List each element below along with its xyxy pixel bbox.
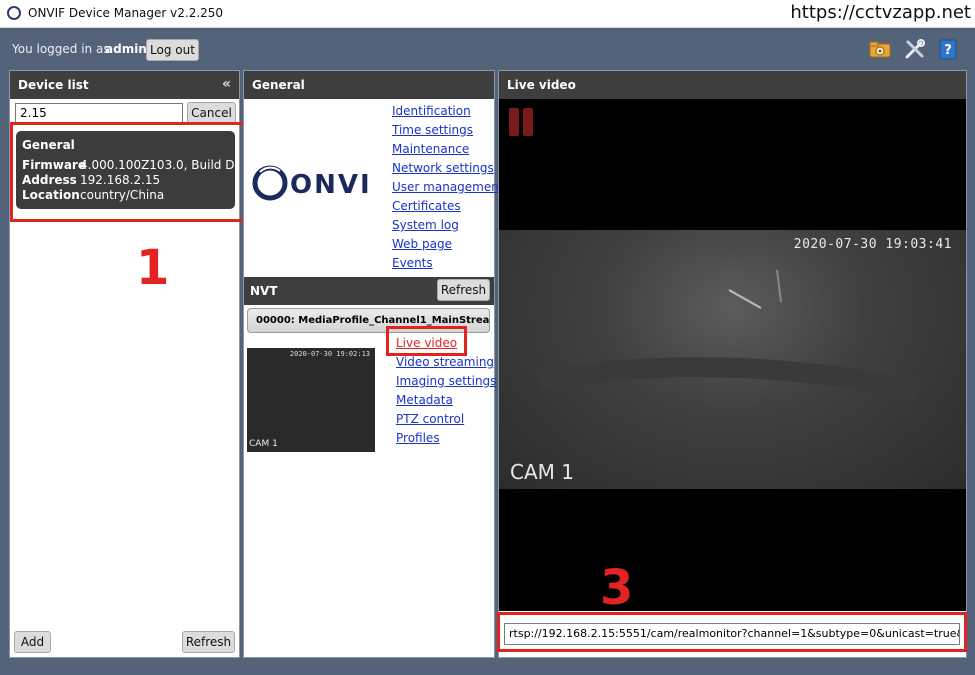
video-cam-label: CAM 1	[510, 460, 574, 484]
annotation-box-1	[10, 122, 252, 222]
window-title: ONVIF Device Manager v2.2.250	[28, 6, 224, 20]
annotation-box-3	[497, 612, 967, 652]
onvif-logo-text: ONVIF	[290, 170, 372, 200]
nvt-refresh-button[interactable]: Refresh	[437, 279, 490, 301]
link-identification[interactable]: Identification	[392, 104, 504, 123]
link-system-log[interactable]: System log	[392, 218, 504, 237]
username: admin	[105, 42, 147, 56]
device-search-input[interactable]	[15, 103, 183, 123]
svg-text:?: ?	[944, 43, 952, 58]
cancel-search-button[interactable]: Cancel	[187, 102, 236, 124]
device-list-title: Device list	[18, 78, 89, 92]
device-list-header: Device list «	[10, 71, 239, 99]
thumbnail-timestamp: 2020-07-30 19:02:13	[289, 350, 370, 358]
annotation-box-2	[386, 326, 467, 356]
collapse-panel-icon[interactable]: «	[222, 76, 231, 92]
link-imaging-settings[interactable]: Imaging settings	[396, 374, 496, 393]
annotation-marker-3: 3	[600, 560, 634, 616]
top-bar: You logged in as admin Log out ?	[0, 28, 975, 70]
add-device-button[interactable]: Add	[14, 631, 51, 653]
settings-folder-icon[interactable]	[869, 38, 891, 60]
help-icon[interactable]: ?	[937, 38, 959, 60]
general-header: General	[244, 71, 494, 99]
thumbnail-cam-label: CAM 1	[249, 439, 278, 449]
link-web-page[interactable]: Web page	[392, 237, 504, 256]
app-icon	[7, 6, 21, 20]
logged-in-label: You logged in as	[12, 42, 110, 56]
link-metadata[interactable]: Metadata	[396, 393, 496, 412]
logout-button[interactable]: Log out	[146, 39, 199, 61]
nvt-header: NVT Refresh	[244, 277, 494, 305]
status-bar	[0, 661, 975, 675]
nvt-title: NVT	[250, 284, 278, 298]
video-timestamp: 2020-07-30 19:03:41	[793, 237, 952, 252]
general-links: Identification Time settings Maintenance…	[392, 104, 504, 275]
title-bar: ONVIF Device Manager v2.2.250 https://cc…	[0, 0, 975, 28]
link-events[interactable]: Events	[392, 256, 504, 275]
link-maintenance[interactable]: Maintenance	[392, 142, 504, 161]
tools-icon[interactable]	[904, 38, 926, 60]
onvif-logo: ONVIF	[252, 165, 372, 201]
live-video-panel: Live video 2020-07-30 19:03:41 CAM 1 rts…	[498, 70, 967, 658]
video-scene	[537, 269, 921, 400]
video-thumbnail[interactable]: 2020-07-30 19:02:13 CAM 1	[247, 348, 375, 452]
link-certificates[interactable]: Certificates	[392, 199, 504, 218]
pause-icon[interactable]	[509, 108, 535, 136]
watermark-url: https://cctvzapp.net	[790, 2, 971, 23]
link-video-streaming[interactable]: Video streaming	[396, 355, 496, 374]
link-ptz-control[interactable]: PTZ control	[396, 412, 496, 431]
video-frame: 2020-07-30 19:03:41 CAM 1	[499, 230, 966, 489]
live-video-view[interactable]: 2020-07-30 19:03:41 CAM 1	[499, 99, 966, 611]
link-user-management[interactable]: User management	[392, 180, 504, 199]
device-list-refresh-button[interactable]: Refresh	[182, 631, 235, 653]
link-network-settings[interactable]: Network settings	[392, 161, 504, 180]
annotation-marker-1: 1	[136, 240, 170, 296]
link-profiles[interactable]: Profiles	[396, 431, 496, 450]
general-panel: General ONVIF Identification Time settin…	[243, 70, 504, 658]
live-video-header: Live video	[499, 71, 966, 99]
link-time-settings[interactable]: Time settings	[392, 123, 504, 142]
